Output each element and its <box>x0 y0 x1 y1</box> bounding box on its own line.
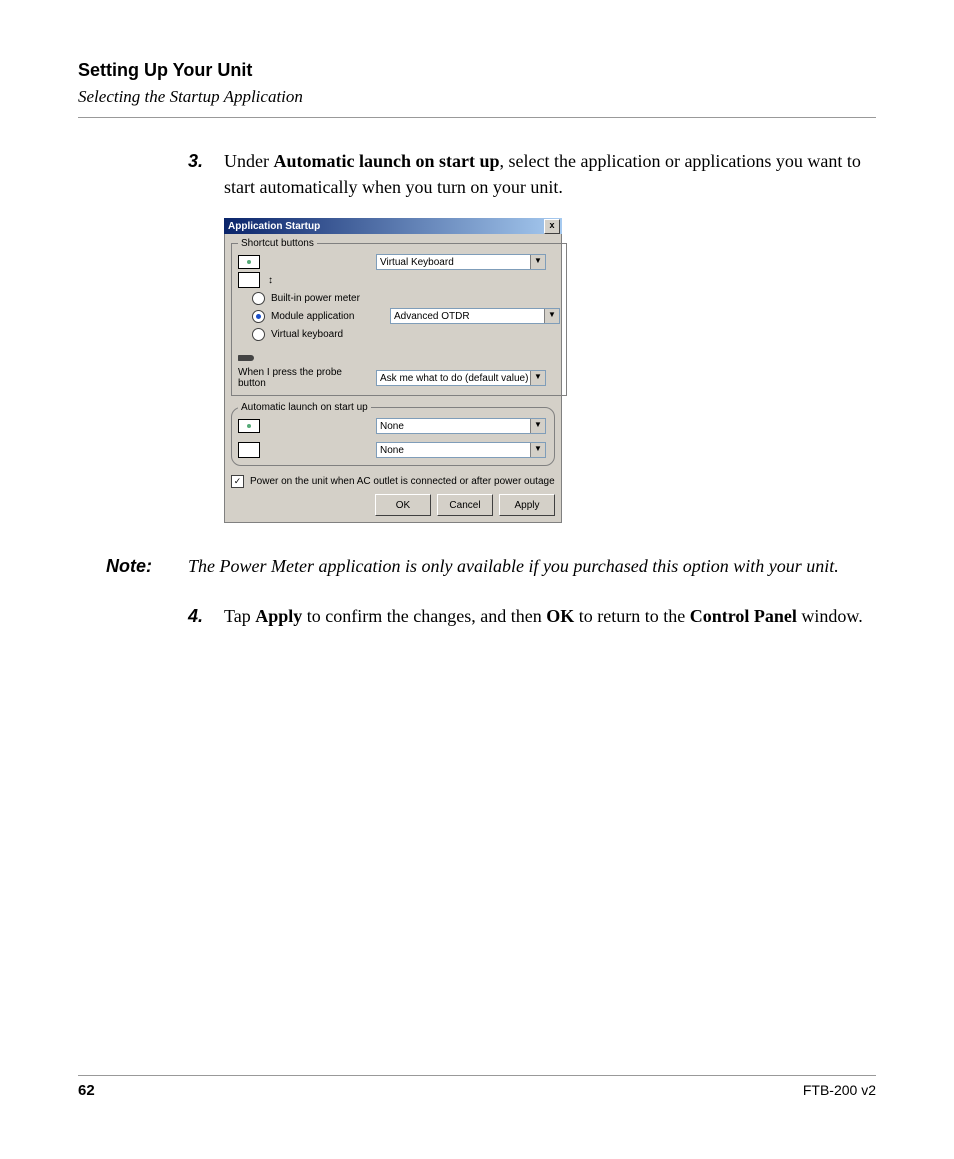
group-legend: Automatic launch on start up <box>238 402 371 413</box>
step-body: Tap Apply to confirm the changes, and th… <box>224 603 876 629</box>
note: Note: The Power Meter application is onl… <box>106 553 876 579</box>
power-on-ac-checkbox[interactable]: ✓ <box>231 475 244 488</box>
chevron-down-icon: ▼ <box>530 371 545 385</box>
section-title: Selecting the Startup Application <box>78 87 876 107</box>
bold-apply: Apply <box>255 606 302 626</box>
step-number: 4. <box>188 603 224 629</box>
document-id: FTB-200 v2 <box>803 1082 876 1099</box>
radio-virtual-keyboard[interactable] <box>252 328 265 341</box>
bold-control-panel: Control Panel <box>690 606 797 626</box>
step-number: 3. <box>188 148 224 200</box>
combo-value: None <box>380 421 404 432</box>
autolaunch2-combo[interactable]: None ▼ <box>376 442 546 458</box>
note-text: The Power Meter application is only avai… <box>188 553 876 579</box>
arrows-icon <box>266 275 271 286</box>
step-3: 3. Under Automatic launch on start up, s… <box>188 148 876 200</box>
footer-rule <box>78 1075 876 1076</box>
chevron-down-icon: ▼ <box>544 309 559 323</box>
application-startup-dialog: Application Startup x Shortcut buttons V… <box>224 218 562 523</box>
checkbox-label: Power on the unit when AC outlet is conn… <box>250 476 555 487</box>
chevron-down-icon: ▼ <box>530 443 545 457</box>
ok-button[interactable]: OK <box>375 494 431 516</box>
text: Tap <box>224 606 255 626</box>
header-rule <box>78 117 876 118</box>
text: to confirm the changes, and then <box>302 606 546 626</box>
step-4: 4. Tap Apply to confirm the changes, and… <box>188 603 876 629</box>
shortcut1-combo[interactable]: Virtual Keyboard ▼ <box>376 254 546 270</box>
window-title: Application Startup <box>228 221 320 232</box>
radio-builtin-power-meter[interactable] <box>252 292 265 305</box>
probe-icon <box>238 355 254 361</box>
hardware-button-2-icon <box>238 442 260 458</box>
apply-button[interactable]: Apply <box>499 494 555 516</box>
bold-ok: OK <box>546 606 574 626</box>
automatic-launch-group: Automatic launch on start up None ▼ <box>231 402 555 466</box>
close-button[interactable]: x <box>544 219 560 234</box>
combo-value: Virtual Keyboard <box>380 257 454 268</box>
hardware-button-2-icon <box>238 272 260 288</box>
hardware-button-1-icon <box>238 255 260 269</box>
page-footer: 62 FTB-200 v2 <box>78 1075 876 1099</box>
text: to return to the <box>574 606 689 626</box>
probe-label: When I press the probe button <box>238 367 370 389</box>
cancel-button[interactable]: Cancel <box>437 494 493 516</box>
combo-value: None <box>380 445 404 456</box>
radio-label: Module application <box>271 311 354 322</box>
note-label: Note: <box>106 553 188 579</box>
dialog-body: Shortcut buttons Virtual Keyboard ▼ <box>224 234 562 523</box>
probe-action-combo[interactable]: Ask me what to do (default value) ▼ <box>376 370 546 386</box>
module-app-combo[interactable]: Advanced OTDR ▼ <box>390 308 560 324</box>
chevron-down-icon: ▼ <box>530 419 545 433</box>
radio-label: Virtual keyboard <box>271 329 343 340</box>
shortcut-buttons-group: Shortcut buttons Virtual Keyboard ▼ <box>231 238 567 396</box>
page-number: 62 <box>78 1082 95 1099</box>
radio-module-application[interactable] <box>252 310 265 323</box>
titlebar: Application Startup x <box>224 218 562 234</box>
combo-value: Ask me what to do (default value) <box>380 373 528 384</box>
autolaunch1-combo[interactable]: None ▼ <box>376 418 546 434</box>
group-legend: Shortcut buttons <box>238 238 317 249</box>
hardware-button-1-icon <box>238 419 260 433</box>
radio-label: Built-in power meter <box>271 293 360 304</box>
chevron-down-icon: ▼ <box>530 255 545 269</box>
chapter-title: Setting Up Your Unit <box>78 60 876 81</box>
text: window. <box>797 606 863 626</box>
step-body: Under Automatic launch on start up, sele… <box>224 148 876 200</box>
bold-phrase: Automatic launch on start up <box>273 151 499 171</box>
text: Under <box>224 151 273 171</box>
combo-value: Advanced OTDR <box>394 311 470 322</box>
